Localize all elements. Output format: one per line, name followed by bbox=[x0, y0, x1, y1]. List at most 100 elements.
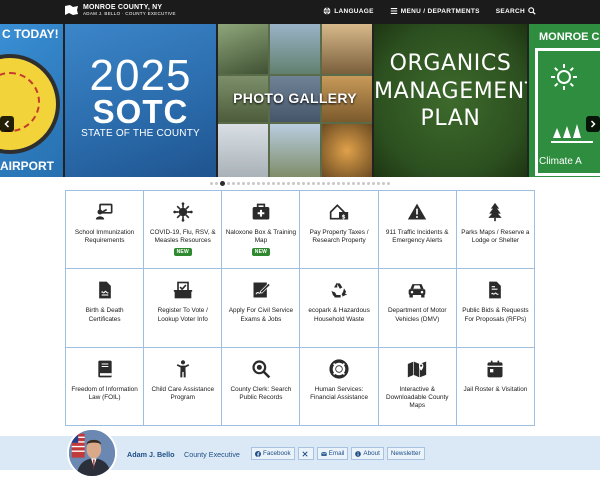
search-button[interactable]: SEARCH bbox=[496, 7, 536, 15]
slide-airport[interactable]: C TODAY! AIRPORT bbox=[0, 24, 63, 177]
climate-slide-footer: Climate A bbox=[539, 156, 582, 167]
info-icon bbox=[355, 450, 362, 457]
car-icon bbox=[408, 284, 426, 298]
chevron-right-icon bbox=[590, 120, 596, 128]
service-label: ecopark & Hazardous Household Waste bbox=[308, 307, 370, 323]
carousel-dot[interactable] bbox=[215, 182, 218, 185]
carousel-dot[interactable] bbox=[262, 182, 265, 185]
carousel-dot[interactable] bbox=[237, 182, 240, 185]
executive-name[interactable]: Adam J. Bello bbox=[127, 450, 175, 459]
child-icon bbox=[176, 359, 189, 377]
service-link[interactable]: Birth & Death Certificates bbox=[66, 269, 145, 348]
carousel-dot[interactable] bbox=[322, 182, 325, 185]
menu-label: MENU / DEPARTMENTS bbox=[400, 7, 480, 15]
facebook-link[interactable]: Facebook bbox=[251, 447, 295, 460]
service-link[interactable]: Public Bids & Requests For Proposals (RF… bbox=[456, 269, 535, 348]
carousel-dot[interactable] bbox=[267, 182, 270, 185]
carousel-dot[interactable] bbox=[247, 182, 250, 185]
service-link[interactable]: COVID-19, Flu, RSV, & Measles Resources N… bbox=[144, 191, 223, 270]
globe-icon bbox=[323, 7, 331, 15]
about-link[interactable]: About bbox=[351, 447, 384, 460]
service-link[interactable]: Jail Roster & Visitation bbox=[456, 347, 535, 426]
carousel-dot[interactable] bbox=[357, 182, 360, 185]
organics-line-2: MANAGEMENT bbox=[374, 78, 527, 104]
carousel-dot[interactable] bbox=[352, 182, 355, 185]
carousel-dot[interactable] bbox=[362, 182, 365, 185]
carousel-dot[interactable] bbox=[382, 182, 385, 185]
envelope-icon bbox=[320, 451, 327, 456]
county-logo[interactable]: MONROE COUNTY, NY ADAM J. BELLO · COUNTY… bbox=[64, 4, 176, 17]
service-link[interactable]: Freedom of Information Law (FOIL) bbox=[66, 347, 145, 426]
carousel-dot[interactable] bbox=[347, 182, 350, 185]
carousel-dot[interactable] bbox=[317, 182, 320, 185]
carousel-dot[interactable] bbox=[277, 182, 280, 185]
carousel-dot[interactable] bbox=[232, 182, 235, 185]
carousel-dot[interactable] bbox=[210, 182, 213, 185]
carousel-dot[interactable] bbox=[220, 181, 225, 186]
service-link[interactable]: Apply For Civil Service Exams & Jobs bbox=[222, 269, 301, 348]
service-link[interactable]: Register To Vote / Lookup Voter Info bbox=[144, 269, 223, 348]
carousel-dot[interactable] bbox=[387, 182, 390, 185]
carousel-dot[interactable] bbox=[332, 182, 335, 185]
climate-slide-title: MONROE C bbox=[539, 31, 600, 43]
service-link[interactable]: $ Pay Property Taxes / Research Property bbox=[300, 191, 379, 270]
email-link[interactable]: Email bbox=[316, 447, 349, 460]
map-pin-icon bbox=[408, 361, 427, 377]
slide-organics-plan[interactable]: ORGANICS MANAGEMENT PLAN bbox=[374, 24, 527, 177]
carousel-dot[interactable] bbox=[242, 182, 245, 185]
slide-photo-gallery[interactable]: PHOTO GALLERY bbox=[218, 24, 372, 177]
carousel-dot[interactable] bbox=[307, 182, 310, 185]
carousel-dot[interactable] bbox=[377, 182, 380, 185]
menu-departments-button[interactable]: MENU / DEPARTMENTS bbox=[390, 7, 480, 15]
county-executive-avatar bbox=[67, 428, 117, 478]
carousel-pagination bbox=[0, 181, 600, 186]
service-label: Register To Vote / Lookup Voter Info bbox=[157, 307, 208, 323]
gallery-tile-lion bbox=[322, 24, 372, 74]
hero-carousel[interactable]: C TODAY! AIRPORT 2025 SOTC STATE OF THE … bbox=[0, 24, 600, 177]
service-link[interactable]: Parks Maps / Reserve a Lodge or Shelter bbox=[456, 191, 535, 270]
service-label: Public Bids & Requests For Proposals (RF… bbox=[462, 307, 529, 323]
photo-gallery-title: PHOTO GALLERY bbox=[233, 90, 357, 106]
carousel-dot[interactable] bbox=[282, 182, 285, 185]
new-badge: NEW bbox=[173, 247, 192, 256]
slide-climate-action[interactable]: MONROE C Climate A bbox=[529, 24, 600, 177]
service-link[interactable]: Human Services: Financial Assistance bbox=[300, 347, 379, 426]
carousel-next-button[interactable] bbox=[586, 116, 600, 132]
service-link[interactable]: 911 Traffic Incidents & Emergency Alerts bbox=[378, 191, 457, 270]
service-link[interactable]: ecopark & Hazardous Household Waste bbox=[300, 269, 379, 348]
carousel-dot[interactable] bbox=[272, 182, 275, 185]
carousel-dot[interactable] bbox=[227, 182, 230, 185]
book-icon bbox=[97, 360, 112, 377]
virus-icon bbox=[173, 202, 193, 222]
service-link[interactable]: Naloxone Box & Training Map NEW bbox=[222, 191, 301, 270]
carousel-dot[interactable] bbox=[252, 182, 255, 185]
carousel-dot[interactable] bbox=[342, 182, 345, 185]
carousel-dot[interactable] bbox=[297, 182, 300, 185]
gallery-tile-clock bbox=[270, 24, 320, 74]
service-label: Naloxone Box & Training Map bbox=[225, 229, 297, 245]
carousel-dot[interactable] bbox=[367, 182, 370, 185]
language-button[interactable]: LANGUAGE bbox=[323, 7, 374, 15]
carousel-dot[interactable] bbox=[337, 182, 340, 185]
carousel-dot[interactable] bbox=[287, 182, 290, 185]
about-label: About bbox=[363, 450, 380, 457]
ballot-box-icon bbox=[173, 281, 192, 299]
carousel-dot[interactable] bbox=[312, 182, 315, 185]
service-link[interactable]: Interactive & Downloadable County Maps bbox=[378, 347, 457, 426]
newsletter-link[interactable]: Newsletter bbox=[386, 447, 425, 460]
service-link[interactable]: School Immunization Requirements bbox=[66, 191, 145, 270]
service-label: Human Services: Financial Assistance bbox=[310, 385, 369, 401]
carousel-dot[interactable] bbox=[302, 182, 305, 185]
carousel-dot[interactable] bbox=[257, 182, 260, 185]
carousel-dot[interactable] bbox=[327, 182, 330, 185]
carousel-prev-button[interactable] bbox=[0, 116, 14, 132]
carousel-dot[interactable] bbox=[372, 182, 375, 185]
slide-state-of-the-county[interactable]: 2025 SOTC STATE OF THE COUNTY bbox=[65, 24, 216, 177]
service-link[interactable]: Child Care Assistance Program bbox=[144, 347, 223, 426]
service-link[interactable]: County Clerk: Search Public Records bbox=[222, 347, 301, 426]
carousel-dot[interactable] bbox=[292, 182, 295, 185]
x-link[interactable] bbox=[297, 447, 314, 460]
gallery-tile-bird bbox=[218, 24, 268, 74]
executive-title: County Executive bbox=[184, 450, 240, 459]
service-link[interactable]: Department of Motor Vehicles (DMV) bbox=[378, 269, 457, 348]
